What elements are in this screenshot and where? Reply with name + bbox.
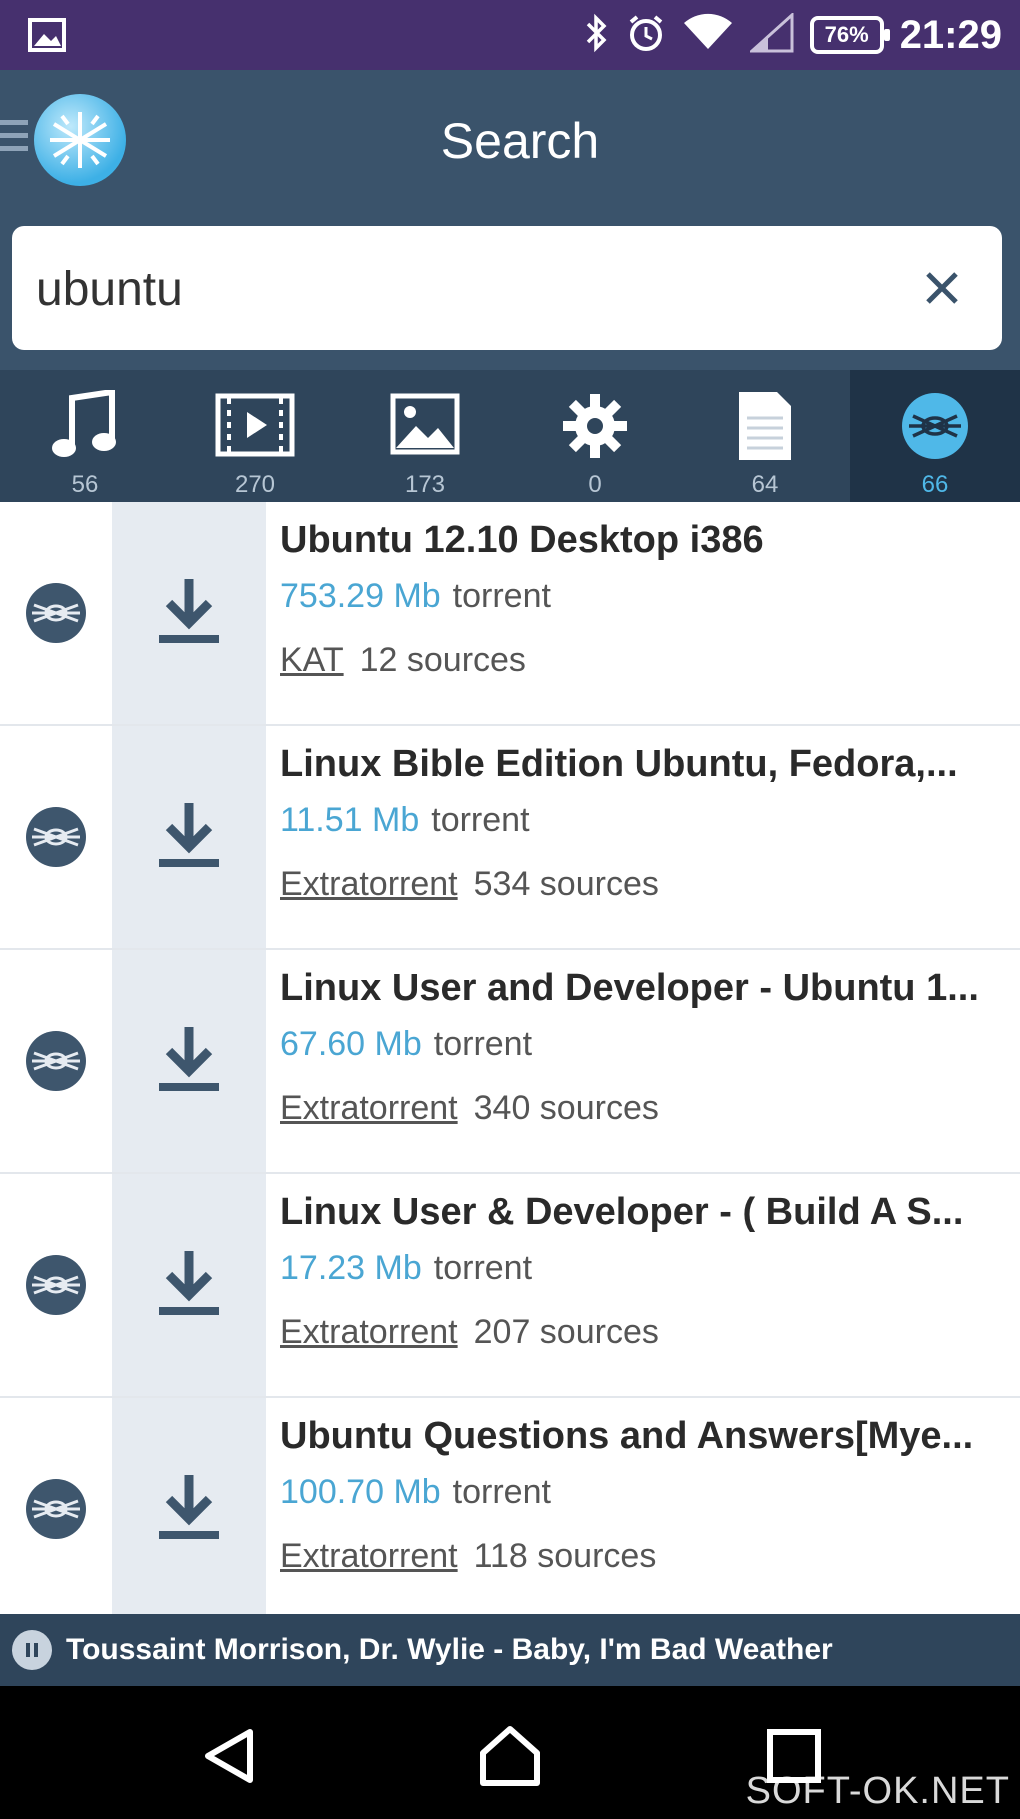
download-icon [157,1247,221,1324]
source-count: 12 sources [359,641,526,679]
tab-images[interactable]: 173 [340,370,510,502]
source-count: 118 sources [473,1537,657,1575]
tab-count: 270 [234,471,276,498]
tab-video[interactable]: 270 [170,370,340,502]
source-link[interactable]: KAT [280,641,344,679]
clock-time: 21:29 [899,12,1002,57]
watermark: SOFT-OK.NET [745,1770,1010,1812]
torrent-icon [0,1398,112,1620]
result-title: Linux Bible Edition Ubuntu, Fedora,... [280,743,958,785]
file-size: 100.70 Mb [280,1473,441,1511]
download-button[interactable] [112,950,266,1172]
source-count: 340 sources [473,1089,659,1127]
file-type: torrent [433,1249,533,1287]
list-item[interactable]: Ubuntu Questions and Answers[Mye... 100.… [0,1398,1020,1622]
signal-icon [747,11,794,58]
source-link[interactable]: Extratorrent [280,865,458,903]
file-type: torrent [452,1473,551,1511]
list-item[interactable]: Linux User & Developer - ( Build A S... … [0,1174,1020,1398]
back-icon[interactable] [190,1716,270,1796]
bluetooth-icon [584,13,610,58]
video-icon [215,390,295,467]
now-playing-bar[interactable]: Toussaint Morrison, Dr. Wylie - Baby, I'… [0,1614,1020,1686]
document-icon [735,390,795,467]
system-nav-bar: SOFT-OK.NET [0,1686,1020,1819]
source-count: 534 sources [473,865,659,903]
source-link[interactable]: Extratorrent [280,1537,458,1575]
tab-audio[interactable]: 56 [0,370,170,502]
play-pause-icon[interactable] [12,1630,52,1670]
tab-documents[interactable]: 64 [680,370,850,502]
image-icon [390,390,460,467]
search-bar [0,220,1020,370]
download-icon [157,1023,221,1100]
download-button[interactable] [112,726,266,948]
source-count: 207 sources [473,1313,659,1351]
tab-torrents[interactable]: 66 [850,370,1020,502]
download-button[interactable] [112,1174,266,1396]
download-icon [157,799,221,876]
result-title: Ubuntu 12.10 Desktop i386 [280,519,764,561]
search-input[interactable] [34,226,888,352]
tab-count: 0 [588,471,602,498]
search-results-list: Ubuntu 12.10 Desktop i386 753.29 Mb torre… [0,502,1020,1622]
source-link[interactable]: Extratorrent [280,1089,458,1127]
result-title: Linux User & Developer - ( Build A S... [280,1191,964,1233]
torrent-icon [0,726,112,948]
file-size: 11.51 Mb [280,801,420,839]
battery-level: 76% [824,22,869,47]
search-box [12,226,1002,352]
apps-icon [559,390,631,467]
result-title: Ubuntu Questions and Answers[Mye... [280,1415,974,1457]
battery-icon: 76% [809,16,890,54]
download-icon [157,1471,221,1548]
list-item[interactable]: Linux Bible Edition Ubuntu, Fedora,... 1… [0,726,1020,950]
alarm-icon [626,13,666,58]
app-bar: Search [0,70,1020,220]
tab-count: 56 [71,471,99,498]
file-type: torrent [431,801,530,839]
file-type: torrent [452,577,551,615]
file-size: 753.29 Mb [280,577,441,615]
torrent-icon [0,1174,112,1396]
tab-apps[interactable]: 0 [510,370,680,502]
tab-count: 173 [404,471,446,498]
download-icon [157,575,221,652]
file-size: 17.23 Mb [280,1249,422,1287]
page-title: Search [440,113,600,169]
now-playing-title: Toussaint Morrison, Dr. Wylie - Baby, I'… [66,1633,833,1666]
file-size: 67.60 Mb [280,1025,422,1063]
file-type-tabs: 56 270 173 0 64 66 [0,370,1020,502]
list-item[interactable]: Ubuntu 12.10 Desktop i386 753.29 Mb torre… [0,502,1020,726]
wifi-icon [682,13,734,58]
close-icon[interactable] [912,258,972,318]
result-title: Linux User and Developer - Ubuntu 1... [280,967,979,1009]
torrent-icon [0,950,112,1172]
status-bar: 76% 21:29 [0,0,1020,70]
home-icon[interactable] [470,1716,550,1796]
image-icon [28,18,66,57]
music-icon [50,388,120,467]
torrent-icon [0,502,112,724]
list-item[interactable]: Linux User and Developer - Ubuntu 1... 6… [0,950,1020,1174]
torrent-icon [899,390,971,467]
download-button[interactable] [112,1398,266,1620]
tab-count: 66 [921,471,949,498]
tab-count: 64 [751,471,779,498]
file-type: torrent [433,1025,533,1063]
download-button[interactable] [112,502,266,724]
source-link[interactable]: Extratorrent [280,1313,458,1351]
